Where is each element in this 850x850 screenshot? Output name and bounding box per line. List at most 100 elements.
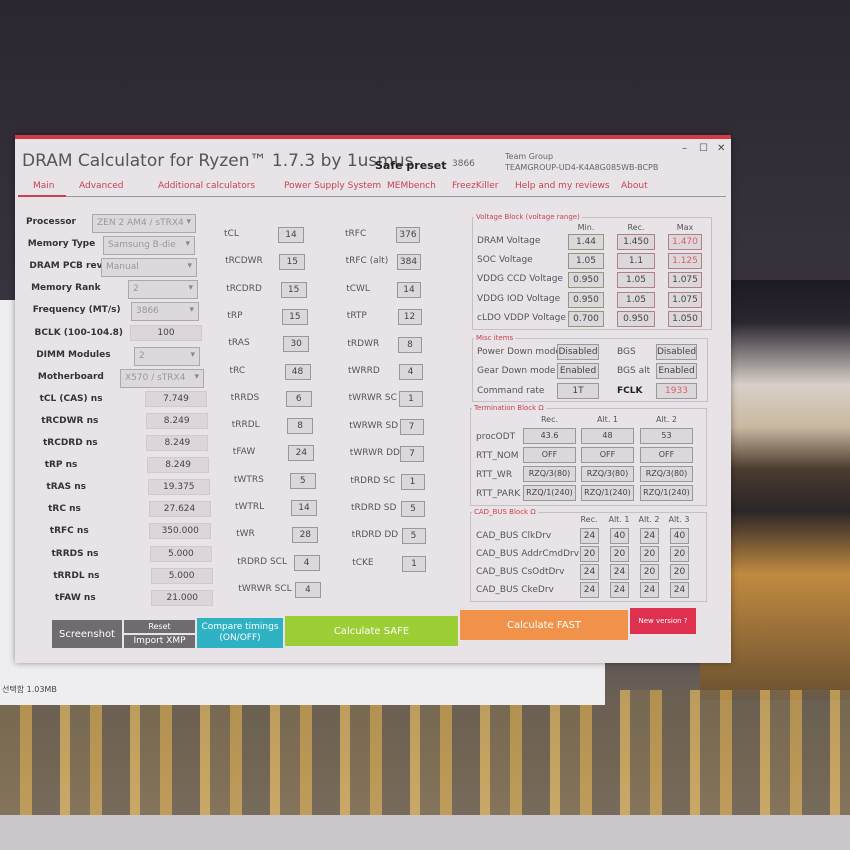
timing-value[interactable]: 5	[401, 501, 425, 517]
termination-value[interactable]: 48	[581, 428, 634, 444]
timing-value[interactable]: 24	[288, 445, 315, 462]
voltage-value[interactable]: 1.450	[617, 234, 655, 250]
setting-value[interactable]: 100	[130, 324, 202, 341]
import-xmp-button[interactable]: Import XMP	[124, 635, 195, 648]
timing-value[interactable]: 5	[401, 528, 426, 545]
timing-value[interactable]: 12	[397, 309, 422, 326]
screenshot-button[interactable]: Screenshot	[52, 620, 122, 648]
cadbus-value[interactable]: 20	[610, 546, 629, 562]
cadbus-value[interactable]: 40	[670, 528, 689, 544]
minimize-button[interactable]: –	[682, 143, 687, 154]
termination-value[interactable]: 53	[640, 428, 693, 444]
voltage-value[interactable]: 0.700	[568, 310, 604, 327]
tab-main[interactable]: Main	[33, 181, 55, 191]
voltage-value[interactable]: 1.470	[668, 234, 702, 250]
calculate-safe-button[interactable]: Calculate SAFE	[285, 616, 458, 646]
setting-dropdown[interactable]: 2	[134, 346, 200, 366]
timing-value[interactable]: 28	[292, 527, 319, 544]
close-button[interactable]: ✕	[717, 143, 725, 154]
misc-value[interactable]: 1T	[557, 382, 599, 399]
cadbus-value[interactable]: 20	[670, 564, 689, 580]
compare-timings-button[interactable]: Compare timings (ON/OFF)	[197, 618, 283, 648]
timing-value[interactable]: 376	[396, 227, 420, 243]
setting-dropdown[interactable]: Samsung B-die	[103, 236, 195, 256]
voltage-value[interactable]: 1.1	[617, 253, 655, 270]
timing-value[interactable]: 15	[280, 281, 307, 298]
maximize-button[interactable]: ☐	[699, 143, 708, 154]
tab-freezkiller[interactable]: FreezKiller	[452, 181, 498, 191]
cadbus-value[interactable]: 24	[640, 582, 659, 598]
setting-dropdown[interactable]: 2	[128, 280, 198, 300]
voltage-value[interactable]: 1.125	[668, 253, 702, 270]
voltage-value[interactable]: 0.950	[568, 272, 604, 289]
setting-dropdown[interactable]: ZEN 2 AM4 / sTRX4	[92, 214, 196, 233]
tab-additional-calculators[interactable]: Additional calculators	[158, 181, 255, 191]
voltage-value[interactable]: 1.44	[568, 234, 604, 250]
termination-value[interactable]: RZQ/1(240)	[523, 485, 576, 501]
voltage-value[interactable]: 1.05	[617, 272, 655, 289]
termination-value[interactable]: RZQ/3(80)	[640, 466, 693, 482]
termination-value[interactable]: 43.6	[523, 428, 576, 444]
voltage-value[interactable]: 0.950	[568, 291, 604, 308]
cadbus-value[interactable]: 24	[580, 582, 599, 598]
voltage-value[interactable]: 1.05	[617, 291, 655, 308]
reset-button[interactable]: Reset	[124, 620, 195, 633]
timing-value[interactable]: 1	[399, 391, 423, 408]
voltage-value[interactable]: 1.075	[668, 291, 702, 308]
voltage-value[interactable]: 1.075	[668, 272, 702, 289]
cadbus-value[interactable]: 24	[580, 528, 599, 544]
voltage-value[interactable]: 0.950	[617, 310, 655, 327]
cadbus-value[interactable]: 24	[640, 528, 659, 544]
setting-dropdown[interactable]: 3866	[131, 302, 199, 322]
termination-value[interactable]: RZQ/1(240)	[581, 485, 634, 501]
timing-value[interactable]: 14	[291, 500, 317, 516]
timing-value[interactable]: 14	[397, 281, 421, 298]
voltage-value[interactable]: 1.050	[668, 310, 702, 327]
timing-value[interactable]: 15	[281, 308, 308, 325]
cadbus-value[interactable]: 24	[610, 564, 629, 580]
termination-value[interactable]: RZQ/3(80)	[581, 466, 634, 482]
misc-value[interactable]: Disabled	[557, 344, 599, 360]
tab-about[interactable]: About	[621, 181, 648, 191]
misc-value[interactable]: Enabled	[656, 363, 697, 380]
cadbus-value[interactable]: 40	[610, 528, 629, 544]
tab-help-and-my-reviews[interactable]: Help and my reviews	[515, 181, 610, 191]
tab-power-supply-system[interactable]: Power Supply System	[284, 181, 381, 191]
timing-value[interactable]: 6	[285, 390, 312, 407]
tab-advanced[interactable]: Advanced	[79, 181, 123, 191]
setting-dropdown[interactable]: Manual	[101, 258, 197, 278]
timing-value[interactable]: 48	[284, 363, 311, 380]
termination-value[interactable]: OFF	[523, 447, 576, 463]
timing-value[interactable]: 5	[289, 472, 316, 489]
timing-value[interactable]: 384	[396, 254, 421, 271]
termination-value[interactable]: RZQ/1(240)	[640, 485, 693, 501]
cadbus-value[interactable]: 24	[670, 582, 689, 598]
timing-value[interactable]: 7	[399, 418, 424, 435]
timing-value[interactable]: 1	[400, 473, 425, 490]
tab-membench[interactable]: MEMbench	[387, 181, 436, 191]
new-version-button[interactable]: New version ?	[630, 608, 696, 634]
voltage-value[interactable]: 1.05	[568, 253, 604, 270]
timing-value[interactable]: 4	[294, 581, 321, 598]
timing-value[interactable]: 30	[283, 336, 310, 353]
calculate-fast-button[interactable]: Calculate FAST	[460, 610, 628, 640]
termination-value[interactable]: RZQ/3(80)	[523, 466, 576, 482]
misc-value[interactable]: Disabled	[656, 344, 697, 360]
cadbus-value[interactable]: 20	[580, 546, 599, 562]
timing-value[interactable]: 8	[398, 336, 422, 353]
setting-dropdown[interactable]: X570 / sTRX4	[120, 368, 204, 388]
cadbus-value[interactable]: 24	[610, 582, 629, 598]
termination-value[interactable]: OFF	[640, 447, 693, 463]
misc-value[interactable]: 1933	[656, 382, 697, 399]
cadbus-value[interactable]: 20	[670, 546, 689, 562]
timing-value[interactable]: 8	[287, 418, 314, 435]
misc-value[interactable]: Enabled	[557, 363, 599, 380]
termination-value[interactable]: OFF	[581, 447, 634, 463]
timing-value[interactable]: 7	[400, 446, 424, 463]
timing-value[interactable]: 14	[278, 227, 304, 243]
cadbus-value[interactable]: 20	[640, 546, 659, 562]
cadbus-value[interactable]: 20	[640, 564, 659, 580]
timing-value[interactable]: 15	[279, 254, 306, 271]
cadbus-value[interactable]: 24	[580, 564, 599, 580]
timing-value[interactable]: 4	[293, 554, 320, 571]
